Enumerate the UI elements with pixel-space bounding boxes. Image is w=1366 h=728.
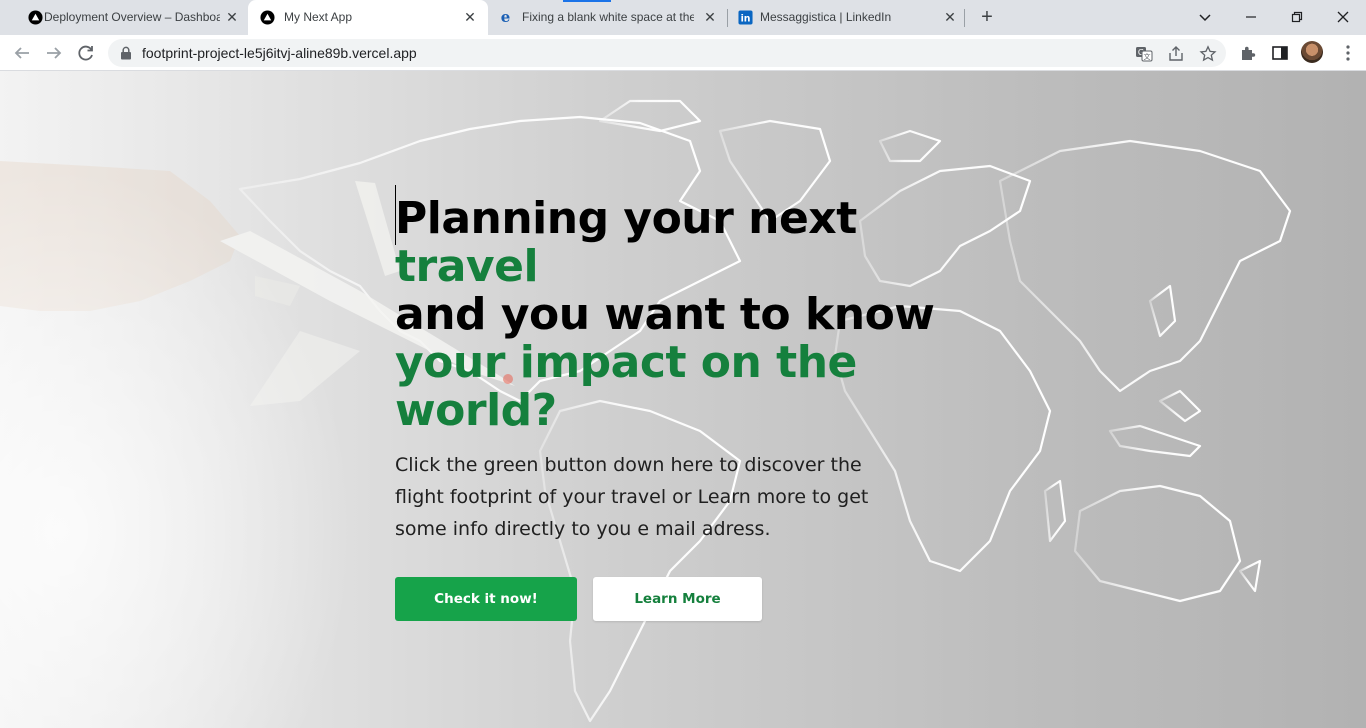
vercel-triangle-icon <box>260 10 275 25</box>
extensions-puzzle-icon[interactable] <box>1239 44 1257 62</box>
close-tab-icon[interactable]: ✕ <box>224 9 240 25</box>
headline-line-3: and you want to know <box>395 289 935 340</box>
learn-more-button[interactable]: Learn More <box>593 577 762 621</box>
lock-icon[interactable] <box>120 46 132 60</box>
tab-search-chevron-icon[interactable] <box>1193 5 1217 29</box>
translate-icon[interactable]: G 文 <box>1135 45 1153 63</box>
profile-avatar[interactable] <box>1301 41 1323 63</box>
linkedin-icon: in <box>738 10 753 25</box>
bookmark-star-icon[interactable] <box>1199 45 1217 63</box>
browser-toolbar: footprint-project-le5j6itvj-aline89b.ver… <box>0 35 1366 71</box>
headline-line-5: world? <box>395 385 557 436</box>
headline-line-1: Planning your next <box>395 193 857 244</box>
side-panel-icon[interactable] <box>1271 44 1289 62</box>
text-cursor <box>395 185 396 245</box>
headline-line-2: travel <box>395 241 539 292</box>
tab-my-next-app[interactable]: My Next App ✕ <box>248 0 488 35</box>
hero-description: Click the green button down here to disc… <box>395 454 869 540</box>
hero-section: Planning your next travel and you want t… <box>0 71 1366 728</box>
tab-separator <box>727 9 728 27</box>
svg-text:in: in <box>741 14 751 25</box>
tab-title: Fixing a blank white space at the <box>522 10 694 24</box>
share-icon[interactable] <box>1167 45 1185 63</box>
close-tab-icon[interactable]: ✕ <box>462 9 478 25</box>
forward-arrow-icon[interactable] <box>42 41 66 65</box>
restore-icon[interactable] <box>1285 5 1309 29</box>
tab-separator <box>964 9 965 27</box>
check-it-now-button[interactable]: Check it now! <box>395 577 577 621</box>
close-tab-icon[interactable]: ✕ <box>702 9 718 25</box>
minimize-icon[interactable] <box>1239 5 1263 29</box>
new-tab-button[interactable]: + <box>976 6 998 28</box>
svg-text:e: e <box>501 10 511 25</box>
reload-icon[interactable] <box>74 41 98 65</box>
close-window-icon[interactable] <box>1331 5 1355 29</box>
edge-e-icon: e <box>501 10 511 25</box>
tab-title: Deployment Overview – Dashboard <box>44 10 220 24</box>
close-tab-icon[interactable]: ✕ <box>942 9 958 25</box>
tab-title: My Next App <box>284 10 353 24</box>
hero-headline: Planning your next travel and you want t… <box>395 195 955 435</box>
back-arrow-icon[interactable] <box>10 41 34 65</box>
url-text: footprint-project-le5j6itvj-aline89b.ver… <box>142 45 417 61</box>
tab-strip: Deployment Overview – Dashboard ✕ My Nex… <box>0 0 1366 35</box>
headline-line-4: your impact on the <box>395 337 857 388</box>
more-menu-icon[interactable] <box>1338 43 1358 63</box>
tab-linkedin[interactable]: in Messaggistica | LinkedIn ✕ <box>730 0 966 35</box>
svg-text:文: 文 <box>1144 52 1151 61</box>
tab-title: Messaggistica | LinkedIn <box>760 10 892 24</box>
tab-fixing-blank-space[interactable]: e Fixing a blank white space at the ✕ <box>490 0 726 35</box>
hero-content: Planning your next travel and you want t… <box>395 185 955 545</box>
tab-deployment-overview[interactable]: Deployment Overview – Dashboard ✕ <box>8 0 244 35</box>
address-bar[interactable]: footprint-project-le5j6itvj-aline89b.ver… <box>108 39 1226 67</box>
vercel-triangle-icon <box>28 10 43 25</box>
